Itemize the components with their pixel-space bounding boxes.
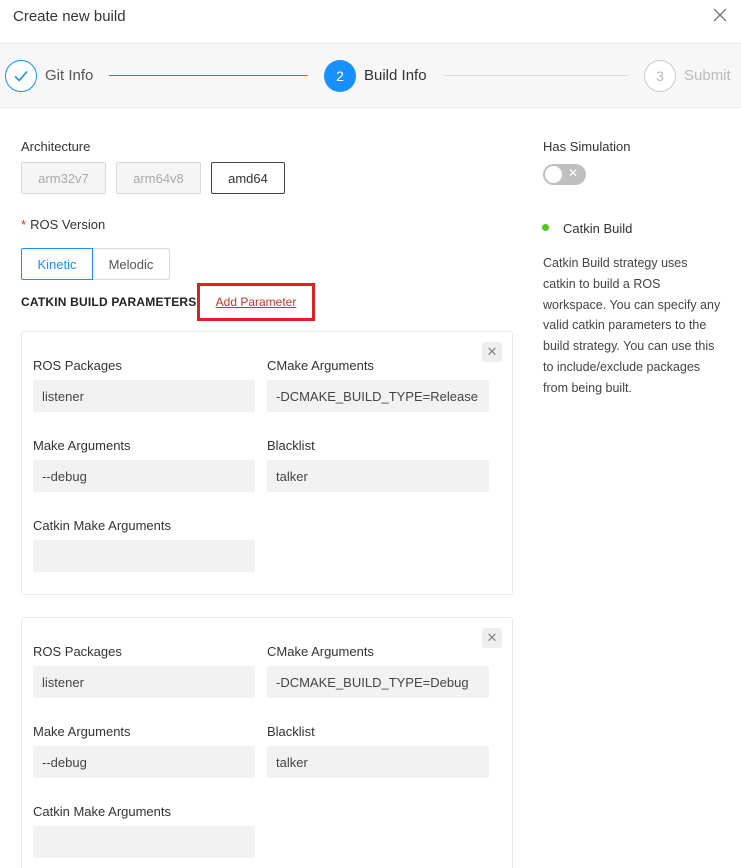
blacklist-input[interactable]: talker bbox=[267, 746, 489, 778]
blacklist-label: Blacklist bbox=[267, 724, 315, 739]
catkin-make-arguments-label: Catkin Make Arguments bbox=[33, 518, 172, 533]
step-2-label: Build Info bbox=[364, 67, 427, 84]
strategy-name: Catkin Build bbox=[563, 221, 633, 236]
catkin-make-arguments-input[interactable] bbox=[33, 540, 255, 572]
toggle-knob bbox=[545, 166, 562, 183]
make-arguments-label: Make Arguments bbox=[33, 724, 131, 739]
strategy-description: Catkin Build strategy uses catkin to bui… bbox=[543, 256, 721, 395]
ros-version-label: * ROS Version bbox=[21, 217, 105, 232]
status-dot bbox=[542, 224, 549, 231]
step-3-pending: 3 bbox=[644, 60, 676, 92]
step-3-label: Submit bbox=[684, 67, 731, 84]
catkin-parameter-card-1: ✕ ROS Packages listener CMake Arguments … bbox=[21, 331, 513, 595]
remove-icon[interactable]: ✕ bbox=[482, 342, 502, 362]
step-1-done bbox=[5, 60, 37, 92]
blacklist-label: Blacklist bbox=[267, 438, 315, 453]
remove-icon[interactable]: ✕ bbox=[482, 628, 502, 648]
ros-option-melodic[interactable]: Melodic bbox=[92, 248, 170, 280]
cmake-arguments-input[interactable]: -DCMAKE_BUILD_TYPE=Debug bbox=[267, 666, 489, 698]
has-simulation-toggle[interactable]: ✕ bbox=[543, 164, 586, 185]
ros-packages-input[interactable]: listener bbox=[33, 380, 255, 412]
x-icon: ✕ bbox=[568, 166, 579, 180]
ros-packages-label: ROS Packages bbox=[33, 644, 122, 659]
modal-title: Create new build bbox=[13, 8, 126, 25]
cmake-arguments-label: CMake Arguments bbox=[267, 644, 374, 659]
step-connector-1 bbox=[109, 75, 308, 76]
make-arguments-label: Make Arguments bbox=[33, 438, 131, 453]
catkin-parameter-card-2: ✕ ROS Packages listener CMake Arguments … bbox=[21, 617, 513, 868]
cmake-arguments-input[interactable]: -DCMAKE_BUILD_TYPE=Release bbox=[267, 380, 489, 412]
make-arguments-input[interactable]: --debug bbox=[33, 460, 255, 492]
ros-packages-input[interactable]: listener bbox=[33, 666, 255, 698]
architecture-label: Architecture bbox=[21, 139, 91, 154]
required-mark: * bbox=[21, 217, 27, 232]
step-connector-2 bbox=[445, 75, 628, 76]
has-simulation-label: Has Simulation bbox=[543, 139, 631, 154]
steps-bar: Git Info 2 Build Info 3 Submit bbox=[0, 44, 741, 108]
cmake-arguments-label: CMake Arguments bbox=[267, 358, 374, 373]
arch-option-amd64[interactable]: amd64 bbox=[211, 162, 285, 194]
check-icon bbox=[14, 70, 28, 82]
blacklist-input[interactable]: talker bbox=[267, 460, 489, 492]
arch-option-arm64v8[interactable]: arm64v8 bbox=[116, 162, 201, 194]
ros-version-label-text: ROS Version bbox=[30, 217, 106, 232]
ros-packages-label: ROS Packages bbox=[33, 358, 122, 373]
arch-option-arm32v7[interactable]: arm32v7 bbox=[21, 162, 106, 194]
ros-option-kinetic[interactable]: Kinetic bbox=[21, 248, 93, 280]
close-icon[interactable] bbox=[713, 8, 727, 22]
catkin-make-arguments-label: Catkin Make Arguments bbox=[33, 804, 172, 819]
add-parameter-highlight: Add Parameter bbox=[197, 283, 315, 321]
make-arguments-input[interactable]: --debug bbox=[33, 746, 255, 778]
step-1-label: Git Info bbox=[45, 67, 94, 84]
modal-header: Create new build bbox=[0, 0, 741, 44]
catkin-make-arguments-input[interactable] bbox=[33, 826, 255, 858]
add-parameter-link[interactable]: Add Parameter bbox=[216, 295, 297, 309]
catkin-section-title: CATKIN BUILD PARAMETERS bbox=[21, 295, 197, 309]
step-2-current: 2 bbox=[324, 60, 356, 92]
